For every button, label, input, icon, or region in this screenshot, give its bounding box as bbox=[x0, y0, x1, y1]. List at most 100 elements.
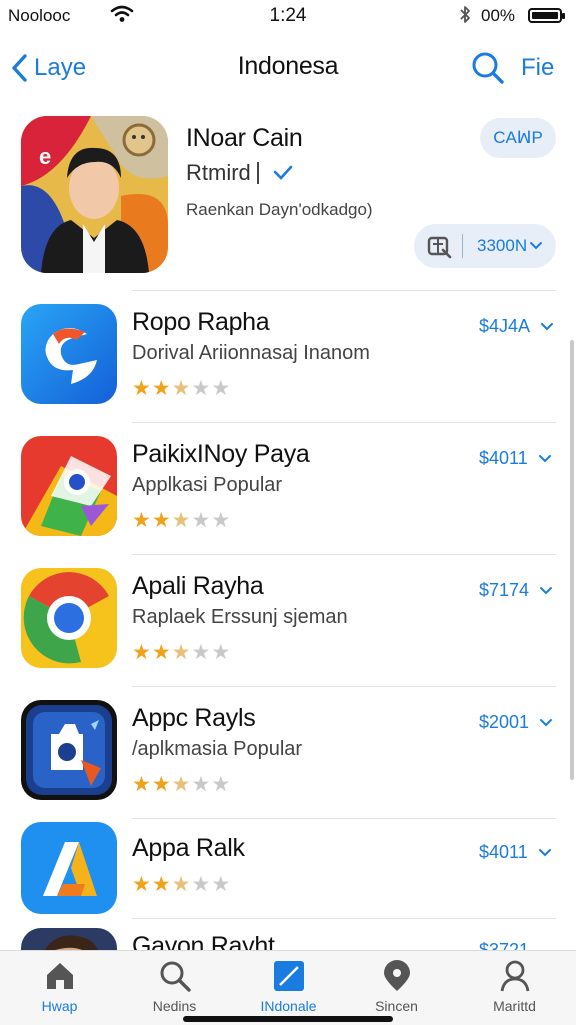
app-subtitle: Applkasi Popular bbox=[132, 474, 283, 496]
home-icon bbox=[2, 959, 117, 991]
star-icon: ★ bbox=[211, 641, 231, 664]
featured-app-name: INoar Cain bbox=[186, 124, 303, 152]
featured-app[interactable]: e INoar Cain Rtmird Raenkan Dayn'odkadgo… bbox=[0, 110, 576, 290]
app-icon bbox=[21, 928, 117, 950]
search-icon bbox=[117, 959, 232, 993]
chevron-down-icon bbox=[538, 454, 551, 462]
battery-percent: 00% bbox=[481, 6, 516, 25]
app-icon bbox=[21, 700, 117, 800]
featured-app-image: e bbox=[21, 116, 168, 273]
price-button[interactable]: 3300N bbox=[414, 224, 556, 268]
app-name: PaikixINoy Paya bbox=[132, 440, 310, 468]
star-rating: ★ ★ ★ ★ ★ bbox=[132, 378, 230, 399]
tab-search[interactable]: Nedins bbox=[117, 951, 232, 1025]
tab-home[interactable]: Hwap bbox=[2, 951, 117, 1025]
star-icon: ★ bbox=[171, 377, 191, 400]
price-button[interactable]: $4011 bbox=[479, 842, 552, 863]
tab-bar: Hwap Nedins INdonale Sincen Marittd bbox=[0, 950, 576, 1025]
navigation-bar: Laye Indonesa Fie bbox=[0, 38, 576, 100]
scrollbar[interactable] bbox=[570, 340, 574, 780]
svg-text:e: e bbox=[39, 144, 51, 169]
list-item[interactable]: Ropo Rapha Dorival Ariionnasaj Inanom ★ ★… bbox=[0, 290, 576, 422]
star-rating: ★ ★ ★ ★ ★ bbox=[132, 874, 230, 895]
chevron-down-icon bbox=[541, 322, 554, 330]
star-icon: ★ bbox=[151, 873, 171, 896]
app-icon bbox=[21, 822, 117, 914]
app-name: Appa Ralk bbox=[132, 834, 245, 862]
star-rating: ★ ★ ★ ★ ★ bbox=[132, 510, 230, 531]
star-icon: ★ bbox=[191, 509, 211, 532]
chevron-down-icon bbox=[538, 848, 551, 856]
list-item[interactable]: Appc Rayls /aplkmasia Popular ★ ★ ★ ★ ★ $200… bbox=[0, 686, 576, 818]
price-button[interactable]: $7174 bbox=[479, 580, 553, 601]
apps-icon bbox=[231, 959, 346, 993]
star-icon: ★ bbox=[191, 873, 211, 896]
price-label: $2001 bbox=[479, 712, 530, 732]
row-divider bbox=[132, 290, 556, 291]
row-divider bbox=[132, 686, 556, 687]
featured-app-subtitle: Rtmird bbox=[186, 160, 293, 186]
star-icon: ★ bbox=[211, 873, 231, 896]
star-icon: ★ bbox=[132, 377, 151, 400]
star-icon: ★ bbox=[171, 641, 191, 664]
map-pin-icon bbox=[339, 959, 454, 993]
tab-label: Nedins bbox=[152, 998, 197, 1014]
tab-nearby[interactable]: Sincen bbox=[339, 951, 454, 1025]
home-indicator[interactable] bbox=[183, 1016, 393, 1022]
star-icon: ★ bbox=[151, 377, 171, 400]
star-icon: ★ bbox=[171, 873, 191, 896]
price-button[interactable]: $2001 bbox=[479, 712, 553, 733]
star-icon: ★ bbox=[132, 873, 151, 896]
price-button[interactable]: $4011 bbox=[479, 448, 552, 469]
get-button[interactable]: CAꟽP bbox=[480, 118, 556, 158]
star-icon: ★ bbox=[151, 509, 171, 532]
price-label: $4011 bbox=[479, 842, 528, 862]
price-button[interactable]: $4J4A bbox=[479, 316, 554, 337]
star-icon: ★ bbox=[171, 773, 191, 796]
star-icon: ★ bbox=[211, 773, 231, 796]
star-icon: ★ bbox=[132, 509, 151, 532]
star-rating: ★ ★ ★ ★ ★ bbox=[132, 642, 230, 663]
app-name: Gayon Rayht bbox=[132, 932, 275, 950]
list-item[interactable]: PaikixINoy Paya Applkasi Popular ★ ★ ★ ★ ★ $… bbox=[0, 422, 576, 554]
featured-app-subtitle-text: Rtmird bbox=[186, 160, 251, 185]
price-label: 3300N bbox=[477, 236, 528, 255]
price-label: $4J4A bbox=[479, 316, 531, 336]
list-item[interactable]: Gayon Rayht $3721 bbox=[0, 918, 576, 950]
chevron-down-icon bbox=[540, 586, 553, 594]
row-divider bbox=[132, 422, 556, 423]
star-icon: ★ bbox=[151, 773, 171, 796]
bluetooth-icon bbox=[457, 4, 473, 31]
list-item[interactable]: Apali Rayha Raplaek Erssunj sjeman ★ ★ ★ ★ ★… bbox=[0, 554, 576, 686]
list-item[interactable]: Appa Ralk ★ ★ ★ ★ ★ $4011 bbox=[0, 818, 576, 918]
app-icon bbox=[21, 568, 117, 668]
app-icon bbox=[21, 436, 117, 536]
filter-button[interactable]: Fie bbox=[521, 54, 554, 82]
tab-label: Sincen bbox=[375, 998, 418, 1014]
app-icon bbox=[21, 304, 117, 404]
chevron-down-icon bbox=[540, 718, 553, 726]
chevron-down-icon bbox=[530, 242, 543, 250]
app-name: Ropo Rapha bbox=[132, 308, 270, 336]
price-label: $3721 bbox=[479, 940, 530, 950]
divider bbox=[462, 234, 463, 258]
star-icon: ★ bbox=[171, 509, 191, 532]
star-icon: ★ bbox=[191, 641, 211, 664]
search-icon[interactable] bbox=[470, 50, 506, 91]
star-icon: ★ bbox=[191, 377, 211, 400]
app-subtitle: /aplkmasia Popular bbox=[132, 738, 303, 760]
app-name: Apali Rayha bbox=[132, 572, 264, 600]
price-label: $7174 bbox=[479, 580, 530, 600]
featured-app-description: Raenkan Dayn'odkadgo) bbox=[186, 200, 373, 219]
price-button[interactable]: $3721 bbox=[479, 940, 529, 950]
row-divider bbox=[132, 918, 556, 919]
row-divider bbox=[132, 554, 556, 555]
star-icon: ★ bbox=[211, 377, 231, 400]
tab-profile[interactable]: Marittd bbox=[457, 951, 572, 1025]
star-icon: ★ bbox=[132, 773, 151, 796]
star-rating: ★ ★ ★ ★ ★ bbox=[132, 774, 230, 795]
tab-label: INdonale bbox=[260, 998, 317, 1014]
tab-apps[interactable]: INdonale bbox=[231, 951, 346, 1025]
app-name: Appc Rayls bbox=[132, 704, 256, 732]
check-icon bbox=[273, 165, 293, 180]
